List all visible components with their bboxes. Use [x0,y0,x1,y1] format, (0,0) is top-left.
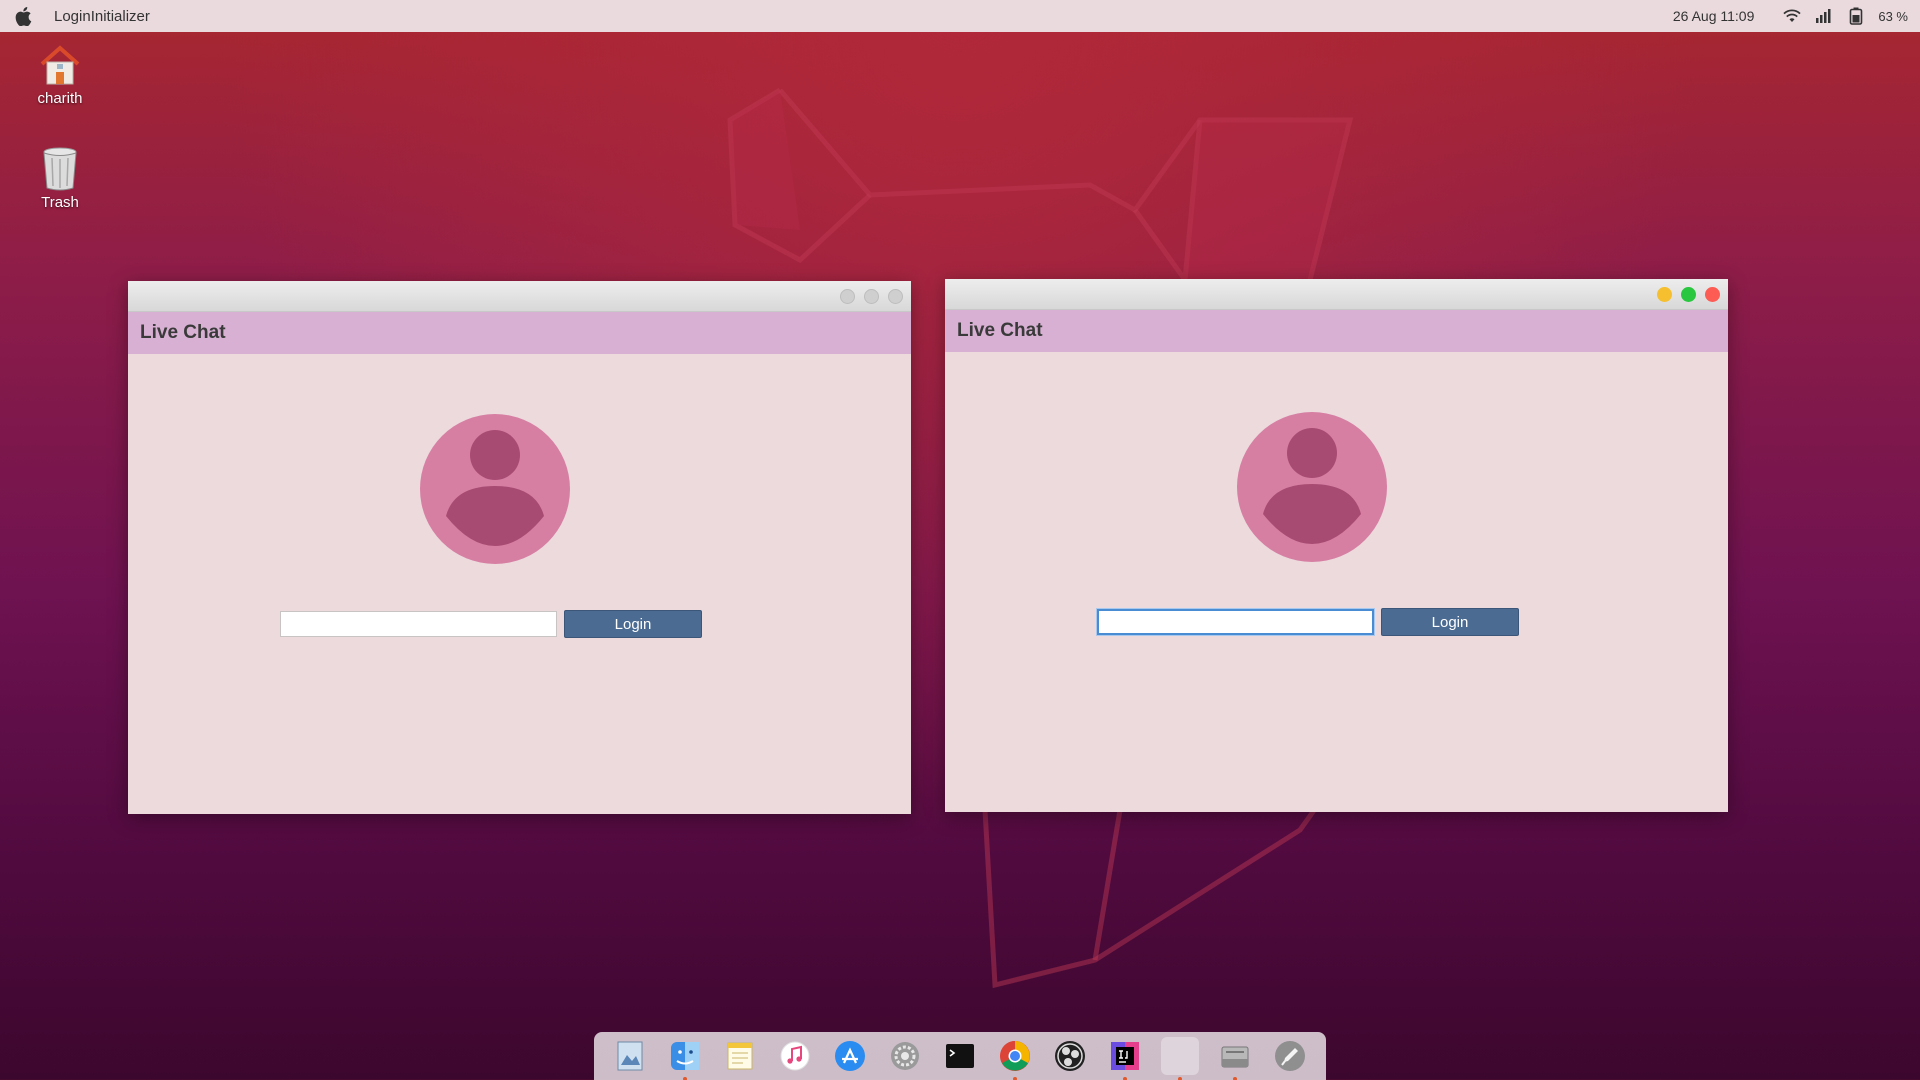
desktop-icon-home[interactable]: charith [20,40,100,107]
username-input[interactable] [1097,609,1374,635]
minimize-button[interactable] [1657,287,1672,302]
dock-item-intellij[interactable] [1106,1037,1144,1080]
user-avatar-icon [420,414,570,564]
minimize-button[interactable] [840,289,855,304]
dock-item-notes[interactable] [721,1037,759,1075]
battery-icon[interactable] [1846,7,1866,25]
volume-icon[interactable] [1814,7,1834,25]
chrome-icon [999,1041,1030,1071]
app-header-title: Live Chat [945,310,1728,352]
dock-item-music[interactable] [776,1037,814,1075]
app-header-title: Live Chat [128,312,911,354]
music-icon [780,1041,810,1071]
dock-item-terminal[interactable] [941,1037,979,1075]
battery-percent: 63 % [1878,8,1908,24]
window-titlebar[interactable] [945,279,1728,310]
clock[interactable]: 26 Aug 11:09 [1673,8,1754,24]
desktop-icon-trash[interactable]: Trash [20,144,100,211]
obs-icon [1055,1041,1086,1071]
apple-menu-icon[interactable] [12,5,34,27]
launchpad-icon [1275,1041,1306,1071]
dock-item-chrome[interactable] [996,1037,1034,1080]
dock [594,1032,1326,1080]
home-folder-icon [36,40,84,88]
terminal-icon [945,1044,974,1068]
dock-item-launchpad[interactable] [1271,1037,1309,1075]
blank-app-icon [1163,1039,1197,1073]
desktop-icon-label: charith [37,90,83,107]
dock-item-drive[interactable] [1216,1037,1254,1080]
window-titlebar[interactable] [128,281,911,312]
live-chat-window-inactive[interactable]: Live Chat Login [128,281,911,814]
app-store-icon [834,1041,865,1071]
close-button[interactable] [888,289,903,304]
settings-icon [890,1042,919,1070]
dock-item-settings[interactable] [886,1037,924,1075]
dock-item-finder[interactable] [666,1037,704,1080]
dock-item-obs[interactable] [1051,1037,1089,1075]
maximize-button[interactable] [864,289,879,304]
notes-icon [727,1042,753,1070]
dock-item-app-store[interactable] [831,1037,869,1075]
drive-icon [1221,1046,1249,1068]
user-avatar-icon [1237,412,1387,562]
finder-icon [670,1042,699,1070]
intellij-icon [1111,1042,1140,1070]
dock-item-blank-app[interactable] [1161,1037,1200,1080]
dock-item-preview[interactable] [611,1037,649,1075]
login-button[interactable]: Login [564,610,702,638]
wifi-icon[interactable] [1782,7,1802,25]
desktop-icon-label: Trash [41,194,79,211]
username-input[interactable] [280,611,557,637]
login-button[interactable]: Login [1381,608,1519,636]
maximize-button[interactable] [1681,287,1696,302]
preview-icon [617,1041,643,1071]
top-bar: LoginInitializer 26 Aug 11:09 63 % [0,0,1920,32]
trash-icon [36,144,84,192]
active-app-name[interactable]: LoginInitializer [54,8,150,25]
live-chat-window-active[interactable]: Live Chat Login [945,279,1728,812]
close-button[interactable] [1705,287,1720,302]
